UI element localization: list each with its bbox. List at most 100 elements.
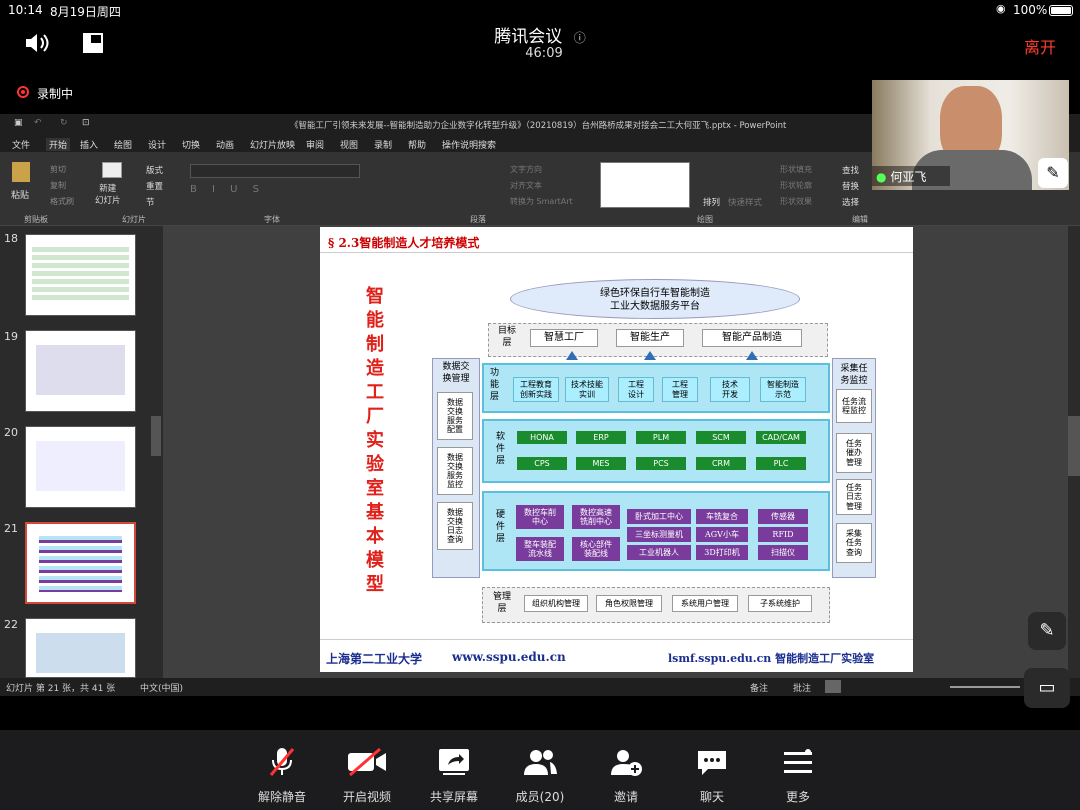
slide-thumb-22[interactable]	[25, 618, 136, 678]
toolbar-button-label: 成员(20)	[515, 790, 565, 804]
management-item: 系统用户管理	[672, 595, 738, 612]
new-slide-label[interactable]: 新建 幻灯片	[95, 182, 121, 206]
select-label[interactable]: 选择	[842, 196, 859, 208]
current-slide: § 2.3智能制造人才培养模式 智能制造工厂实验室基本模型 绿色环保自行车智能制…	[320, 227, 913, 672]
layout-icon[interactable]	[82, 32, 104, 54]
hardware-item: RFID	[758, 527, 808, 542]
cut-label[interactable]: 剪切	[50, 164, 66, 175]
arrange-label[interactable]: 排列	[703, 196, 720, 208]
software-item: CRM	[696, 457, 746, 470]
shapes-gallery[interactable]	[600, 162, 690, 208]
chat-icon	[677, 744, 747, 780]
menu-item[interactable]: 视图	[340, 138, 358, 151]
undo-icon[interactable]: ↶	[34, 118, 42, 128]
normal-view-icon[interactable]	[825, 680, 841, 693]
paste-label[interactable]: 粘贴	[11, 188, 29, 201]
function-item: 智能制造 示范	[760, 377, 806, 402]
slide-scrollbar[interactable]	[1068, 226, 1080, 678]
copy-label[interactable]: 复制	[50, 180, 66, 191]
menu-item[interactable]: 操作说明搜索	[442, 138, 496, 151]
toolbar-button[interactable]: 聊天	[677, 744, 747, 805]
slide-thumb-19[interactable]	[25, 330, 136, 412]
slide-thumb-18[interactable]	[25, 234, 136, 316]
menu-item[interactable]: 设计	[148, 138, 166, 151]
slide-thumb-20[interactable]	[25, 426, 136, 508]
function-item: 工程教育 创新实践	[513, 377, 559, 402]
text-direction-label[interactable]: 文字方向	[510, 164, 542, 175]
battery-icon	[1049, 5, 1073, 16]
more-button[interactable]: 更多	[763, 744, 833, 805]
ribbon-group-drawing: 绘图	[697, 215, 713, 224]
software-item: PLM	[636, 431, 686, 444]
right-item: 任务 催办 管理	[836, 433, 872, 473]
software-item: SCM	[696, 431, 746, 444]
find-label[interactable]: 查找	[842, 164, 859, 176]
footer-university: 上海第二工业大学	[326, 652, 423, 666]
new-slide-icon[interactable]	[102, 162, 122, 178]
thumbs-scrollbar[interactable]	[151, 226, 161, 678]
toolbar-button-label: 共享屏幕	[429, 790, 478, 804]
meeting-duration: 46:09	[525, 46, 563, 61]
comments-button[interactable]: 批注	[793, 681, 811, 694]
smartart-label[interactable]: 转换为 SmartArt	[510, 196, 573, 207]
layout-label[interactable]: 版式	[146, 164, 163, 176]
menu-item[interactable]: 审阅	[306, 138, 324, 151]
font-name-box[interactable]	[190, 164, 360, 178]
menu-item[interactable]: 录制	[374, 138, 392, 151]
menu-item[interactable]: 开始	[46, 138, 71, 151]
menu-item[interactable]: 幻灯片放映	[250, 138, 295, 151]
toolbar-button[interactable]: 解除静音	[247, 744, 317, 805]
menu-item[interactable]: 文件	[12, 138, 30, 151]
function-item: 技术技能 实训	[565, 377, 609, 402]
present-icon[interactable]: ⊡	[82, 118, 90, 128]
minimize-icon[interactable]: ▭	[1024, 668, 1070, 708]
quick-style-label[interactable]: 快速样式	[728, 196, 762, 208]
replace-label[interactable]: 替换	[842, 180, 859, 192]
zoom-slider[interactable]	[950, 686, 1020, 688]
slide-thumb-21-selected[interactable]	[25, 522, 136, 604]
toolbar-button[interactable]: 邀请	[591, 744, 661, 805]
thumb-number: 18	[4, 232, 18, 245]
annotate-icon[interactable]: ✎	[1038, 158, 1068, 188]
right-item: 任务 日志 管理	[836, 479, 872, 515]
target-box: 智能产品制造	[702, 329, 802, 347]
toolbar-button[interactable]: 共享屏幕	[419, 744, 489, 805]
menu-item[interactable]: 插入	[80, 138, 98, 151]
vertical-title: 智能制造工厂实验室基本模型	[366, 286, 384, 595]
align-text-label[interactable]: 对齐文本	[510, 180, 542, 191]
ribbon-group-clipboard: 剪贴板	[24, 215, 48, 224]
save-icon[interactable]: ▣	[14, 118, 23, 128]
redo-icon[interactable]: ↻	[60, 118, 68, 128]
shape-fill-label[interactable]: 形状填充	[780, 164, 812, 175]
slide-thumbnails: 18 19 20 21 22	[0, 226, 163, 678]
status-date: 8月19日周四	[50, 5, 121, 19]
software-item: HONA	[517, 431, 567, 444]
management-layer-label: 管理 层	[492, 592, 511, 614]
info-icon[interactable]: ⓘ	[574, 31, 586, 45]
shape-effect-label[interactable]: 形状效果	[780, 196, 812, 207]
edit-icon[interactable]: ✎	[1028, 612, 1066, 650]
speaker-icon[interactable]	[24, 32, 52, 54]
format-painter-label[interactable]: 格式刷	[50, 196, 74, 207]
left-item: 数据 交换 日志 查询	[437, 502, 473, 550]
shape-outline-label[interactable]: 形状轮廓	[780, 180, 812, 191]
reset-label[interactable]: 重置	[146, 180, 163, 192]
hardware-item: 工业机器人	[627, 545, 691, 560]
toolbar-button[interactable]: 成员(20)	[505, 744, 575, 805]
section-label[interactable]: 节	[146, 196, 155, 208]
paste-icon[interactable]	[12, 162, 30, 182]
font-format-buttons[interactable]: B I U S	[190, 184, 265, 195]
software-item: PLC	[756, 457, 806, 470]
meeting-header: 腾讯会议 ⓘ 46:09 离开	[0, 20, 1080, 68]
mic-icon: ●	[876, 170, 887, 184]
menu-item[interactable]: 帮助	[408, 138, 426, 151]
menu-item[interactable]: 绘图	[114, 138, 132, 151]
record-icon	[17, 86, 29, 98]
notes-button[interactable]: 备注	[750, 681, 768, 694]
toolbar-button[interactable]: 开启视频	[332, 744, 402, 805]
menu-item[interactable]: 动画	[216, 138, 234, 151]
menu-item[interactable]: 切换	[182, 138, 200, 151]
management-item: 子系统维护	[748, 595, 812, 612]
leave-button[interactable]: 离开	[1024, 34, 1056, 58]
arrow-up-icon	[566, 351, 578, 360]
